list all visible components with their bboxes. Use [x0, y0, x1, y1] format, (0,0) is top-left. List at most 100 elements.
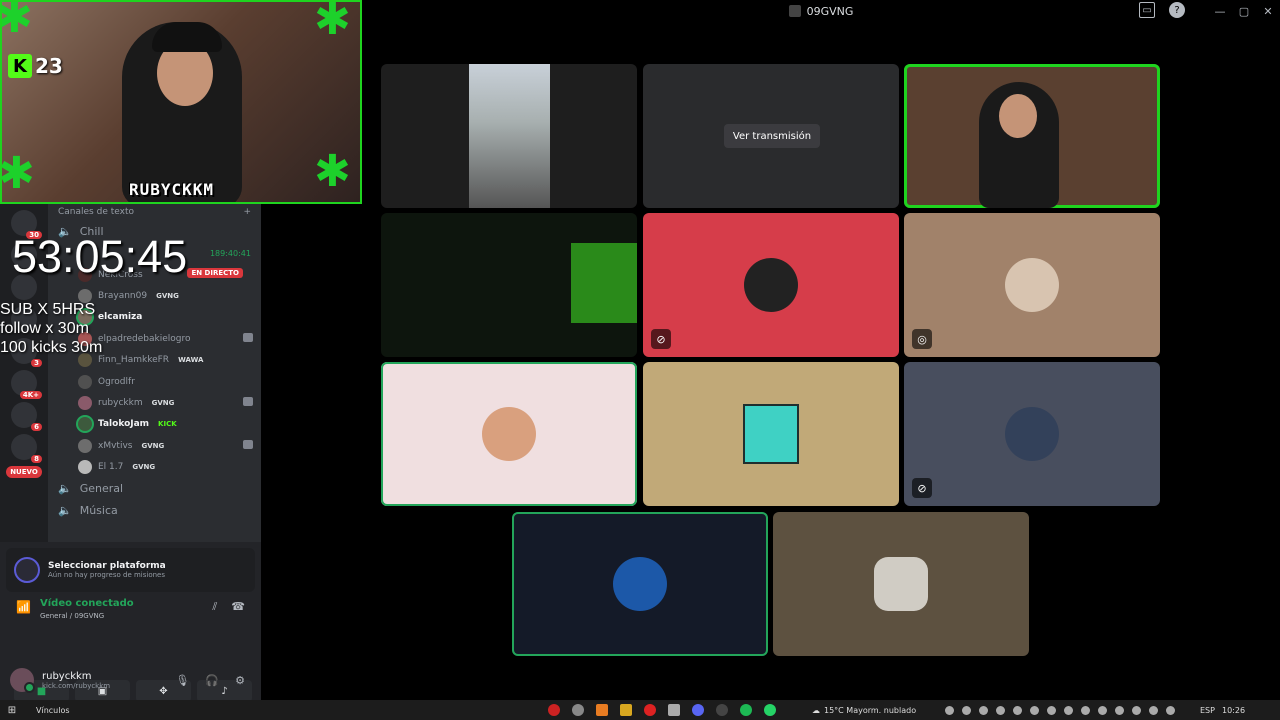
tray-icon[interactable] [962, 705, 971, 715]
video-tile-user[interactable] [381, 362, 637, 506]
microphone-icon[interactable]: 🎙 [175, 674, 189, 687]
subathon-rules: SUB X 5HRS follow x 30m 100 kicks 30m [0, 301, 103, 356]
avatar[interactable] [10, 668, 35, 693]
headphones-icon[interactable]: 🎧 [205, 674, 219, 687]
tray-icon[interactable] [1115, 705, 1124, 715]
video-tile-user[interactable]: ◎ [904, 213, 1160, 357]
leaf-icon: ✱ [314, 0, 351, 45]
tray-icon[interactable] [1166, 705, 1175, 715]
speaker-icon: 🔈 [58, 482, 72, 496]
member-row[interactable]: rubyckkm GVNG [48, 392, 261, 413]
discord-window: 09GVNG ▭ ? — ▢ ✕ 30 3 4K+ 6 8 NUEVO Cana… [0, 0, 1280, 720]
member-row[interactable]: xMvtivs GVNG [48, 435, 261, 456]
avatar [78, 396, 92, 411]
subathon-timer: 53:05:45 [12, 231, 188, 282]
video-tile-camera[interactable] [381, 213, 637, 357]
weather-widget[interactable]: ☁ 15°C Mayorm. nublado [812, 706, 916, 715]
tray-icon[interactable] [1030, 705, 1039, 715]
curtain [571, 243, 637, 323]
avatar [1005, 407, 1059, 461]
tray-icon[interactable] [996, 705, 1005, 715]
server-icon[interactable]: 8 [11, 434, 42, 463]
video-tile-user[interactable] [512, 512, 768, 656]
whatsapp-icon[interactable] [764, 704, 776, 716]
opera-icon[interactable] [548, 704, 560, 716]
video-tile-user[interactable]: ⊘ [643, 213, 899, 357]
minimize-icon[interactable]: — [1208, 5, 1232, 18]
avatar [613, 557, 667, 611]
speaker-icon: 🔈 [58, 504, 72, 518]
voice-channel-general[interactable]: 🔈 General [48, 478, 261, 500]
inbox-icon[interactable]: ▭ [1139, 2, 1155, 18]
muted-icon: ⊘ [651, 329, 671, 349]
avatar [874, 557, 928, 611]
avatar [1005, 258, 1059, 312]
avatar [78, 417, 92, 432]
tray-icon[interactable] [979, 705, 988, 715]
maximize-icon[interactable]: ▢ [1232, 5, 1256, 18]
tray-icon[interactable] [1047, 705, 1056, 715]
window-title: 09GVNG [788, 5, 853, 18]
title-bar: 09GVNG ▭ ? — ▢ ✕ [362, 0, 1280, 22]
tray-icon[interactable] [1149, 705, 1158, 715]
disconnect-icon[interactable]: ☎ [231, 600, 245, 614]
plus-icon[interactable]: + [243, 207, 251, 217]
clock[interactable]: 10:26 [1222, 706, 1245, 715]
windows-start-icon[interactable]: ⊞ [0, 705, 24, 716]
camera-icon [243, 440, 253, 450]
streamer-face [999, 94, 1037, 138]
avatar [78, 438, 92, 453]
streamer-webcam: ✱ ✱ ✱ ✱ K 23 RUBYCKKM [0, 0, 362, 204]
member-row[interactable]: El 1.7 GVNG [48, 457, 261, 478]
watch-stream-button[interactable]: Ver transmisión [724, 124, 820, 148]
avatar [744, 258, 798, 312]
tray-icon[interactable] [1081, 705, 1090, 715]
titlebar-actions: ▭ ? [1139, 2, 1185, 18]
avatar [78, 374, 92, 389]
kick-counter: K 23 [8, 54, 63, 78]
avatar [743, 404, 799, 464]
avatar [78, 460, 92, 475]
video-tile-screen-share[interactable] [381, 64, 637, 208]
video-tile-stream[interactable]: Ver transmisión [643, 64, 899, 208]
voice-channel-music[interactable]: 🔈 Música [48, 500, 261, 522]
tray-icon[interactable] [945, 705, 954, 715]
deafened-icon: ⊘ [912, 478, 932, 498]
window-controls: — ▢ ✕ [1208, 0, 1280, 22]
select-platform-card[interactable]: Seleccionar plataforma Aún no hay progre… [6, 548, 255, 592]
server-icon[interactable]: 6 [11, 402, 42, 431]
member-row[interactable]: Ogrodlfr [48, 371, 261, 392]
leaf-icon: ✱ [2, 2, 33, 40]
stream-preview [469, 64, 550, 208]
tray-icon[interactable] [1013, 705, 1022, 715]
video-tile-webcam[interactable] [904, 64, 1160, 208]
folder-icon[interactable] [620, 704, 632, 716]
tray-icon[interactable] [1132, 705, 1141, 715]
app-icon[interactable] [668, 704, 680, 716]
language-indicator[interactable]: ESP [1200, 706, 1215, 715]
close-icon[interactable]: ✕ [1256, 5, 1280, 18]
app-icon[interactable] [716, 704, 728, 716]
noise-suppression-icon[interactable]: ⫽ [212, 600, 217, 614]
chrome-icon[interactable] [572, 704, 584, 716]
server-icon[interactable]: 4K+ [11, 370, 42, 399]
app-icon[interactable] [644, 704, 656, 716]
spotify-icon[interactable] [740, 704, 752, 716]
help-icon[interactable]: ? [1169, 2, 1185, 18]
video-tile-user[interactable] [773, 512, 1029, 656]
member-row[interactable]: TalokoJam KICK [48, 414, 261, 435]
category-header[interactable]: Canales de texto + [48, 204, 261, 220]
taskbar-apps [548, 704, 776, 716]
new-badge[interactable]: NUEVO [6, 466, 42, 478]
tray-icon[interactable] [1064, 705, 1073, 715]
video-tile-user[interactable]: ⊘ [904, 362, 1160, 506]
signal-icon[interactable]: 📶 [16, 600, 31, 614]
video-tile-user[interactable] [643, 362, 899, 506]
gear-icon[interactable]: ⚙ [235, 674, 245, 687]
kick-logo-icon: K [8, 54, 32, 78]
tray-icon[interactable] [1098, 705, 1107, 715]
app-icon[interactable] [596, 704, 608, 716]
leaf-icon: ✱ [0, 148, 35, 199]
deafened-icon: ◎ [912, 329, 932, 349]
discord-icon[interactable] [692, 704, 704, 716]
